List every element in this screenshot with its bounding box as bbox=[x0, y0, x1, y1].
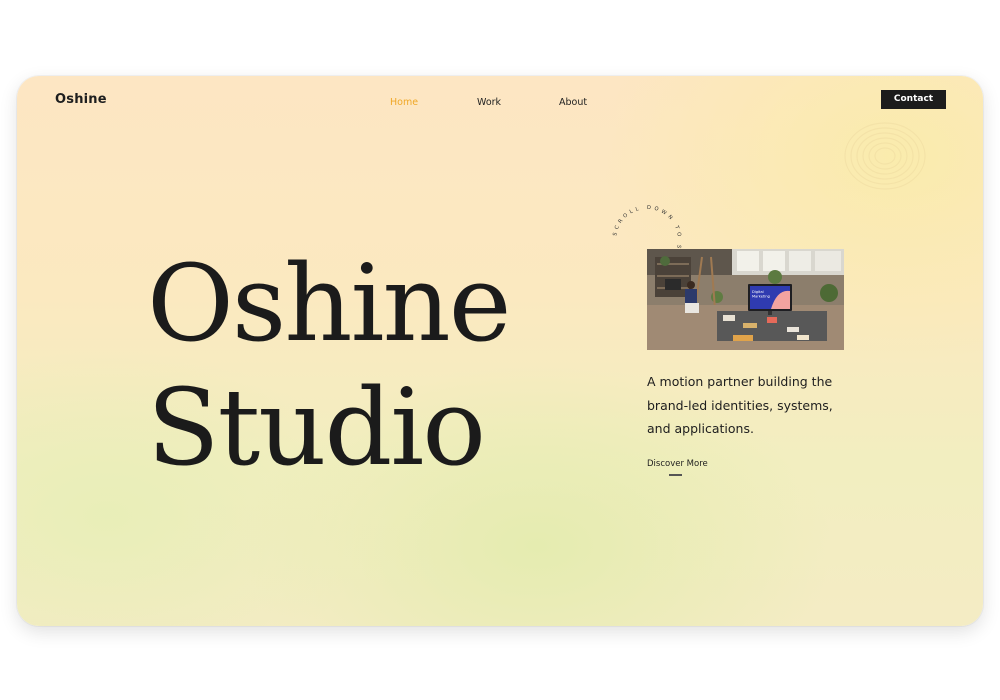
hero-tagline: A motion partner building the brand-led … bbox=[647, 374, 833, 436]
nav-work[interactable]: Work bbox=[477, 97, 501, 108]
monitor-text-line1: Digital bbox=[752, 290, 764, 294]
hero-title-line1: Oshine bbox=[147, 242, 511, 365]
nav-home[interactable]: Home bbox=[390, 97, 418, 108]
discover-underline bbox=[669, 474, 682, 476]
hero-title-line2: Studio bbox=[147, 366, 486, 489]
monitor-text-line2: Marketing bbox=[752, 295, 770, 299]
site-logo[interactable]: Oshine bbox=[55, 92, 107, 107]
studio-office-image: Digital Marketing bbox=[647, 249, 844, 350]
page-frame: Oshine Home Work About Contact Oshine St… bbox=[17, 76, 983, 626]
hero-title: Oshine Studio bbox=[147, 242, 511, 490]
discover-more-link[interactable]: Discover More bbox=[647, 459, 708, 469]
nav-about[interactable]: About bbox=[559, 97, 587, 108]
fingerprint-decoration bbox=[844, 122, 926, 190]
contact-button[interactable]: Contact bbox=[881, 90, 946, 109]
